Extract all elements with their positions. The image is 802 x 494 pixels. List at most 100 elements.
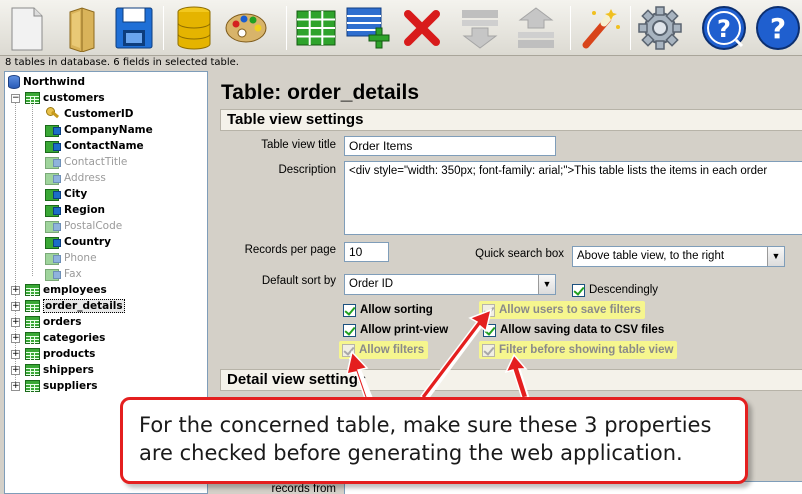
- callout-text: For the concerned table, make sure these…: [139, 411, 739, 467]
- save-icon[interactable]: [108, 3, 160, 53]
- field-icon: [45, 140, 61, 153]
- quick-search-value: Above table view, to the right: [577, 250, 725, 262]
- tree-table-products[interactable]: + products: [11, 346, 95, 362]
- checkbox-checked-icon[interactable]: [343, 323, 356, 337]
- field-icon: [45, 220, 61, 233]
- magic-wand-icon[interactable]: [574, 3, 626, 53]
- default-sort-label: Default sort by: [261, 275, 336, 287]
- tree-field[interactable]: Country: [45, 234, 111, 250]
- checkbox-checked-icon[interactable]: [482, 343, 495, 357]
- description-textarea[interactable]: <div style="width: 350px; font-family: a…: [344, 161, 802, 235]
- collapse-icon[interactable]: −: [11, 93, 20, 103]
- tree-field[interactable]: Address: [45, 170, 106, 186]
- table-view-settings-header: Table view settings: [220, 109, 802, 131]
- palette-icon[interactable]: [220, 3, 272, 53]
- help-icon[interactable]: ?: [698, 3, 750, 53]
- allow-save-filters-checkbox[interactable]: Allow users to save filters: [479, 301, 645, 319]
- gear-icon[interactable]: [634, 3, 686, 53]
- table-view-title-input[interactable]: Order Items: [344, 136, 556, 156]
- tree-field[interactable]: Fax: [45, 266, 82, 282]
- callout-box: For the concerned table, make sure these…: [120, 397, 748, 484]
- description-label: Description: [278, 164, 336, 176]
- tree-root[interactable]: Northwind: [8, 74, 85, 90]
- filter-before-checkbox[interactable]: Filter before showing table view: [479, 341, 678, 359]
- delete-icon[interactable]: [396, 3, 448, 53]
- table-view-title-label: Table view title: [261, 139, 336, 151]
- records-per-page-label: Records per page: [244, 244, 336, 256]
- status-bar: 8 tables in database. 6 fields in select…: [0, 56, 802, 70]
- callout-line-1: For the concerned table, make sure these…: [139, 413, 712, 437]
- tree-field[interactable]: Phone: [45, 250, 97, 266]
- field-icon: [45, 124, 61, 137]
- expand-icon[interactable]: +: [11, 301, 20, 311]
- allow-sorting-checkbox[interactable]: Allow sorting: [343, 301, 433, 319]
- field-icon: [45, 204, 61, 217]
- database-icon[interactable]: [168, 3, 220, 53]
- table-grid-icon[interactable]: [290, 3, 342, 53]
- checkbox-checked-icon[interactable]: [483, 323, 496, 337]
- tree-field[interactable]: CustomerID: [45, 106, 134, 122]
- tree-field[interactable]: ContactName: [45, 138, 144, 154]
- tree-root-label: Northwind: [23, 76, 85, 88]
- expand-icon[interactable]: +: [11, 349, 20, 359]
- records-from-label: records from: [271, 483, 336, 494]
- tree-table-employees[interactable]: + employees: [11, 282, 107, 298]
- checkbox-checked-icon[interactable]: [343, 303, 356, 317]
- field-icon: [45, 188, 61, 201]
- expand-icon[interactable]: +: [11, 317, 20, 327]
- tree-table-order-details[interactable]: + order_details: [11, 298, 125, 314]
- field-icon: [45, 172, 61, 185]
- table-icon: [25, 364, 40, 376]
- expand-icon[interactable]: +: [11, 381, 20, 391]
- records-per-page-input[interactable]: 10: [344, 242, 389, 262]
- expand-icon[interactable]: +: [11, 333, 20, 343]
- tree-table-orders[interactable]: + orders: [11, 314, 81, 330]
- checkbox-checked-icon[interactable]: [482, 303, 495, 317]
- primary-key-icon: [45, 107, 61, 121]
- tree-table-categories[interactable]: + categories: [11, 330, 105, 346]
- tree-field[interactable]: ContactTitle: [45, 154, 127, 170]
- checkbox-checked-icon[interactable]: [572, 283, 585, 297]
- tree-field[interactable]: PostalCode: [45, 218, 122, 234]
- database-icon: [8, 75, 20, 89]
- expand-icon[interactable]: +: [11, 365, 20, 375]
- default-sort-value: Order ID: [349, 278, 394, 290]
- allow-print-view-checkbox[interactable]: Allow print-view: [343, 321, 448, 339]
- about-icon[interactable]: ?: [752, 3, 802, 53]
- field-icon: [45, 236, 61, 249]
- new-file-icon[interactable]: [0, 3, 52, 53]
- tree-table-customers[interactable]: − customers: [11, 90, 105, 106]
- svg-text:?: ?: [770, 12, 786, 45]
- tree-field[interactable]: CompanyName: [45, 122, 153, 138]
- quick-search-label: Quick search box: [475, 248, 564, 260]
- default-sort-select[interactable]: Order ID ▼: [344, 274, 556, 295]
- field-icon: [45, 252, 61, 265]
- table-icon: [25, 92, 40, 104]
- chevron-down-icon[interactable]: ▼: [538, 275, 555, 294]
- descendingly-checkbox[interactable]: Descendingly: [572, 281, 658, 299]
- open-folder-icon[interactable]: [56, 3, 108, 53]
- move-up-icon[interactable]: [510, 3, 562, 53]
- toolbar: ? ?: [0, 0, 802, 56]
- chevron-down-icon[interactable]: ▼: [767, 247, 784, 266]
- table-icon: [25, 332, 40, 344]
- callout-line-2: are checked before generating the web ap…: [139, 441, 683, 465]
- move-down-icon[interactable]: [454, 3, 506, 53]
- table-icon: [25, 380, 40, 392]
- page-title: Table: order_details: [221, 81, 420, 104]
- checkbox-checked-icon[interactable]: [342, 343, 355, 357]
- field-icon: [45, 268, 61, 281]
- tree-table-shippers[interactable]: + shippers: [11, 362, 94, 378]
- tree-table-suppliers[interactable]: + suppliers: [11, 378, 98, 394]
- expand-icon[interactable]: +: [11, 285, 20, 295]
- quick-search-select[interactable]: Above table view, to the right ▼: [572, 246, 785, 267]
- allow-csv-checkbox[interactable]: Allow saving data to CSV files: [483, 321, 664, 339]
- allow-filters-checkbox[interactable]: Allow filters: [339, 341, 429, 359]
- detail-view-settings-header: Detail view settings: [220, 369, 802, 391]
- tree-field[interactable]: City: [45, 186, 87, 202]
- svg-text:?: ?: [717, 15, 731, 43]
- add-table-icon[interactable]: [342, 3, 394, 53]
- table-icon: [25, 348, 40, 360]
- field-icon: [45, 156, 61, 169]
- tree-field[interactable]: Region: [45, 202, 105, 218]
